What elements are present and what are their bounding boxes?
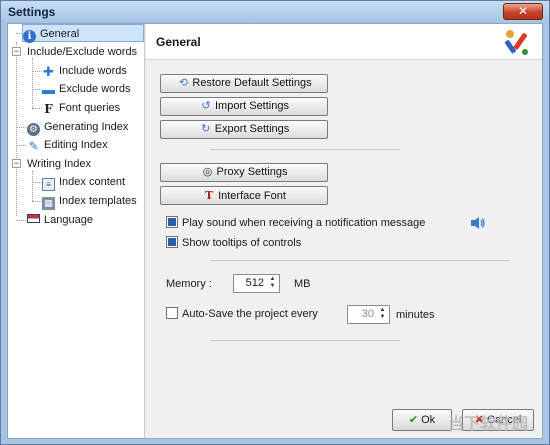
button-label: Interface Font	[218, 190, 286, 202]
document-icon: ≡	[42, 178, 55, 191]
tree-line	[32, 89, 42, 90]
minus-icon: ▬	[42, 82, 55, 97]
tools-icon	[504, 30, 528, 55]
play-sound-checkbox[interactable]	[166, 216, 178, 228]
tree-item-label: Generating Index	[44, 121, 129, 133]
tree-item-general[interactable]: i General	[22, 24, 144, 43]
network-icon: ◎	[202, 166, 213, 178]
pencil-icon: ✎	[28, 139, 39, 153]
button-label: Proxy Settings	[216, 166, 288, 178]
settings-window: Settings ✕ i General − Include/Exclude wo…	[0, 0, 550, 445]
tree-item-language[interactable]: Language	[27, 211, 93, 229]
tree-item-label: Editing Index	[44, 139, 108, 151]
tooltips-checkbox[interactable]	[166, 236, 178, 248]
general-panel: General ⟲ Restore Default Settings ↺ Impor…	[146, 24, 542, 438]
watermark-text: 当下软件园	[447, 416, 528, 433]
spinner-arrows[interactable]: ▲ ▼	[267, 276, 278, 291]
tree-line	[16, 220, 26, 221]
tree-line	[32, 171, 33, 201]
tree-item-label: Font queries	[59, 102, 121, 114]
check-icon: ✔	[408, 414, 419, 426]
dialog-client: i General − Include/Exclude words ✚ Includ…	[7, 23, 543, 439]
tree-item-index-content[interactable]: ≡ Index content	[42, 173, 125, 191]
window-title: Settings	[8, 5, 56, 19]
memory-unit: MB	[294, 278, 311, 290]
interface-font-button[interactable]: T Interface Font	[160, 186, 328, 205]
refresh-icon: ⟲	[178, 77, 188, 89]
tree-line	[16, 145, 26, 146]
button-label: Export Settings	[214, 123, 290, 135]
panel-title: General	[156, 35, 201, 49]
tree-item-exclude-words[interactable]: ▬ Exclude words	[42, 80, 131, 98]
play-sound-label: Play sound when receiving a notification…	[182, 217, 426, 229]
template-icon: ▦	[42, 197, 55, 210]
ok-button[interactable]: ✔ Ok	[392, 409, 452, 431]
separator	[210, 340, 400, 341]
autosave-label: Auto-Save the project every	[182, 308, 318, 320]
tree-line	[32, 58, 33, 108]
tooltips-label: Show tooltips of controls	[182, 237, 302, 249]
tree-line	[32, 71, 42, 72]
close-icon: ✕	[517, 4, 529, 18]
autosave-row[interactable]: Auto-Save the project every	[166, 306, 318, 322]
tree-item-label: Include words	[59, 65, 127, 77]
tree-line	[16, 42, 17, 216]
info-icon: i	[23, 30, 36, 43]
tree-line	[32, 201, 42, 202]
spinner-arrows[interactable]: ▲ ▼	[377, 307, 388, 322]
tree-item-include-words[interactable]: ✚ Include words	[42, 62, 127, 80]
button-label: Ok	[421, 414, 436, 426]
separator	[210, 260, 510, 261]
tree-item-label: General	[40, 28, 80, 40]
tree-item-label: Language	[44, 214, 93, 226]
proxy-settings-button[interactable]: ◎ Proxy Settings	[160, 163, 328, 182]
plus-icon: ✚	[43, 64, 54, 79]
tree-item-editing-index[interactable]: ✎ Editing Index	[27, 136, 108, 154]
collapse-toggle[interactable]: −	[12, 159, 21, 168]
button-label: Restore Default Settings	[192, 77, 312, 89]
button-label: Import Settings	[215, 100, 289, 112]
tree-item-label: Exclude words	[59, 83, 131, 95]
import-settings-button[interactable]: ↺ Import Settings	[160, 97, 328, 116]
autosave-spinner[interactable]: 30 ▲ ▼	[347, 305, 390, 324]
autosave-value: 30	[361, 308, 374, 320]
tree-line	[32, 182, 42, 183]
separator	[210, 149, 400, 150]
font-icon: F	[44, 102, 53, 116]
collapse-toggle[interactable]: −	[12, 47, 21, 56]
tree-item-font-queries[interactable]: F Font queries	[42, 99, 120, 117]
font-icon: T	[204, 189, 214, 202]
export-icon: ↻	[201, 123, 211, 135]
panel-header: General	[146, 24, 542, 60]
tree-item-generating-index[interactable]: ⚙ Generating Index	[27, 118, 128, 136]
title-bar[interactable]: Settings ✕	[1, 1, 549, 23]
tree-item-label: Index content	[59, 176, 126, 188]
tree-item-include-exclude[interactable]: Include/Exclude words	[27, 43, 137, 61]
speaker-icon[interactable]	[470, 216, 486, 230]
export-settings-button[interactable]: ↻ Export Settings	[160, 120, 328, 139]
autosave-checkbox[interactable]	[166, 307, 178, 319]
memory-value: 512	[245, 277, 264, 289]
tree-item-label: Writing Index	[27, 158, 91, 170]
gear-icon: ⚙	[27, 123, 40, 136]
tree-line	[32, 108, 42, 109]
memory-spinner[interactable]: 512 ▲ ▼	[233, 274, 280, 293]
restore-defaults-button[interactable]: ⟲ Restore Default Settings	[160, 74, 328, 93]
tree-item-writing-index[interactable]: Writing Index	[27, 155, 91, 173]
flag-icon	[27, 214, 40, 223]
tree-item-label: Include/Exclude words	[27, 46, 138, 58]
settings-tree: i General − Include/Exclude words ✚ Includ…	[8, 24, 145, 438]
tree-item-label: Index templates	[59, 195, 137, 207]
tooltips-row[interactable]: Show tooltips of controls	[166, 235, 301, 251]
memory-label: Memory :	[166, 278, 212, 290]
play-sound-row[interactable]: Play sound when receiving a notification…	[166, 215, 425, 231]
close-button[interactable]: ✕	[503, 3, 543, 20]
tree-line	[16, 127, 26, 128]
autosave-unit: minutes	[396, 309, 435, 321]
tree-item-index-templates[interactable]: ▦ Index templates	[42, 192, 137, 210]
import-icon: ↺	[201, 100, 211, 112]
